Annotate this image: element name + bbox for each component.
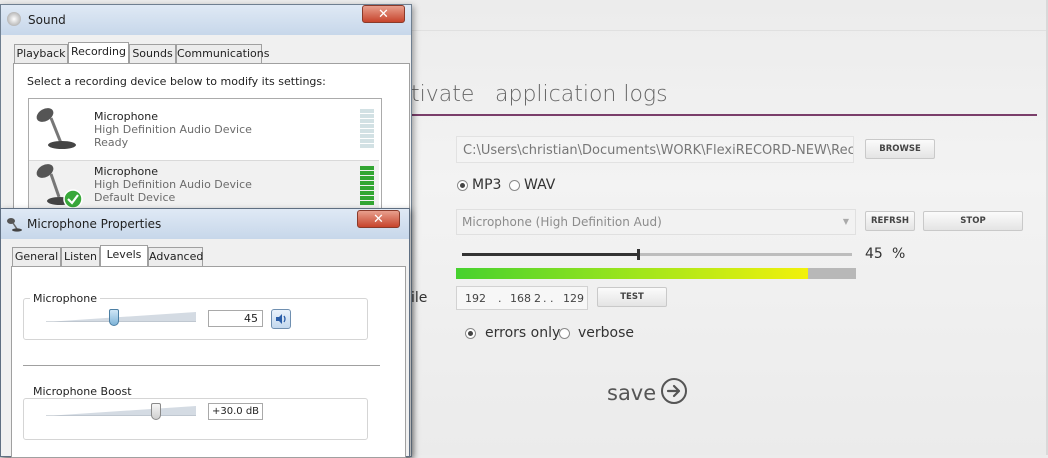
- instruction-text: Select a recording device below to modif…: [27, 75, 326, 88]
- meter-segment: [360, 201, 374, 205]
- test-button[interactable]: TEST: [597, 287, 667, 307]
- microphone-boost-group: [23, 398, 368, 440]
- volume-value: 45: [865, 246, 883, 262]
- meter-segment: [360, 144, 374, 148]
- tab-levels[interactable]: Levels: [100, 245, 148, 267]
- ip-octet-2: 168: [510, 292, 531, 305]
- device-level-meter: [360, 109, 374, 151]
- microphone-level-input[interactable]: 45: [208, 310, 263, 327]
- volume-unit: %: [892, 246, 906, 262]
- mp3-label: MP3: [472, 177, 502, 193]
- microphone-boost-label: Microphone Boost: [30, 385, 135, 398]
- microphone-select-value: Microphone (High Definition Aud): [462, 215, 662, 229]
- stop-button[interactable]: STOP: [923, 211, 1023, 231]
- speaker-icon: [7, 12, 21, 26]
- meter-segment: [360, 196, 374, 200]
- meter-segment: [360, 166, 374, 170]
- meter-segment: [360, 139, 374, 143]
- tab-sounds[interactable]: Sounds: [129, 44, 176, 63]
- close-button[interactable]: ✕: [362, 5, 405, 23]
- sound-titlebar: Sound ✕: [1, 5, 411, 35]
- tab-playback[interactable]: Playback: [14, 44, 68, 63]
- microphone-level-label: Microphone: [30, 292, 101, 305]
- microphone-level-slider[interactable]: [46, 309, 196, 326]
- device-name: Microphone: [94, 165, 159, 178]
- level-meter: [456, 268, 856, 279]
- wav-label: WAV: [524, 177, 556, 193]
- device-level-meter: [360, 166, 374, 208]
- meter-segment: [360, 186, 374, 190]
- mic-properties-title: Microphone Properties: [27, 217, 162, 231]
- microphone-select[interactable]: Microphone (High Definition Aud) ▼: [456, 209, 856, 235]
- tab-advanced[interactable]: Advanced: [148, 247, 203, 266]
- mp3-radio[interactable]: [457, 180, 468, 191]
- microphone-boost-slider[interactable]: [46, 403, 196, 420]
- device-item[interactable]: Microphone High Definition Audio Device …: [29, 99, 381, 153]
- meter-segment: [360, 129, 374, 133]
- ip-octet-1: 192: [465, 292, 486, 305]
- tab-communications[interactable]: Communications: [176, 44, 269, 63]
- meter-segment: [360, 181, 374, 185]
- top-divider: [410, 30, 1048, 31]
- device-list[interactable]: Microphone High Definition Audio Device …: [28, 98, 382, 210]
- errors-only-radio[interactable]: [465, 328, 476, 339]
- ip-octet-3: 2: [534, 292, 541, 305]
- device-status: Default Device: [94, 191, 176, 204]
- verbose-label: verbose: [578, 325, 635, 341]
- tab-application-logs[interactable]: application logs: [495, 82, 668, 107]
- microphone-small-icon: [7, 218, 22, 232]
- ip-address-input[interactable]: 192 . 168 . 2 . 129: [456, 286, 588, 310]
- microphone-icon: [36, 108, 76, 149]
- refresh-button[interactable]: REFRSH: [865, 211, 915, 231]
- wav-radio[interactable]: [509, 180, 520, 191]
- device-name: Microphone: [94, 110, 159, 123]
- meter-segment: [360, 176, 374, 180]
- tab-activate[interactable]: tivate: [411, 82, 474, 107]
- device-description: High Definition Audio Device: [94, 123, 252, 136]
- tab-underline: [410, 114, 1037, 116]
- speaker-mute-icon[interactable]: [271, 309, 291, 329]
- meter-segment: [360, 114, 374, 118]
- close-button[interactable]: ✕: [357, 210, 400, 228]
- browse-button[interactable]: BROWSE: [865, 139, 935, 159]
- sound-title: Sound: [28, 13, 66, 27]
- device-description: High Definition Audio Device: [94, 178, 252, 191]
- microphone-boost-thumb[interactable]: [151, 403, 161, 420]
- device-status: Ready: [94, 136, 129, 149]
- mic-properties-titlebar: Microphone Properties ✕: [1, 209, 409, 239]
- chevron-down-icon: ▼: [842, 217, 849, 226]
- tab-general[interactable]: General: [12, 247, 61, 266]
- microphone-boost-value: +30.0 dB: [208, 403, 263, 420]
- microphone-default-icon: [36, 164, 83, 209]
- volume-slider[interactable]: [462, 249, 852, 260]
- mic-properties-window: Microphone Properties ✕ General Listen L…: [0, 208, 410, 458]
- meter-segment: [360, 124, 374, 128]
- volume-slider-fill: [462, 253, 638, 256]
- meter-segment: [360, 119, 374, 123]
- save-path-input[interactable]: C:\Users\christian\Documents\WORK\FlexiR…: [456, 136, 854, 163]
- partial-label: ile: [411, 290, 428, 306]
- group-divider: [23, 365, 380, 366]
- verbose-radio[interactable]: [559, 328, 570, 339]
- meter-segment: [360, 134, 374, 138]
- tab-listen[interactable]: Listen: [61, 247, 100, 266]
- meter-segment: [360, 109, 374, 113]
- ip-octet-4: 129: [563, 292, 584, 305]
- save-label: save: [607, 381, 657, 405]
- volume-slider-thumb[interactable]: [637, 249, 640, 260]
- errors-only-label: errors only: [485, 325, 561, 341]
- save-button[interactable]: save: [607, 381, 656, 405]
- device-item-selected[interactable]: Microphone High Definition Audio Device …: [29, 160, 379, 210]
- arrow-right-icon[interactable]: [661, 378, 687, 404]
- microphone-level-thumb[interactable]: [109, 309, 119, 326]
- meter-segment: [360, 191, 374, 195]
- meter-segment: [360, 171, 374, 175]
- level-meter-fill: [456, 268, 808, 279]
- tab-recording[interactable]: Recording: [68, 42, 129, 64]
